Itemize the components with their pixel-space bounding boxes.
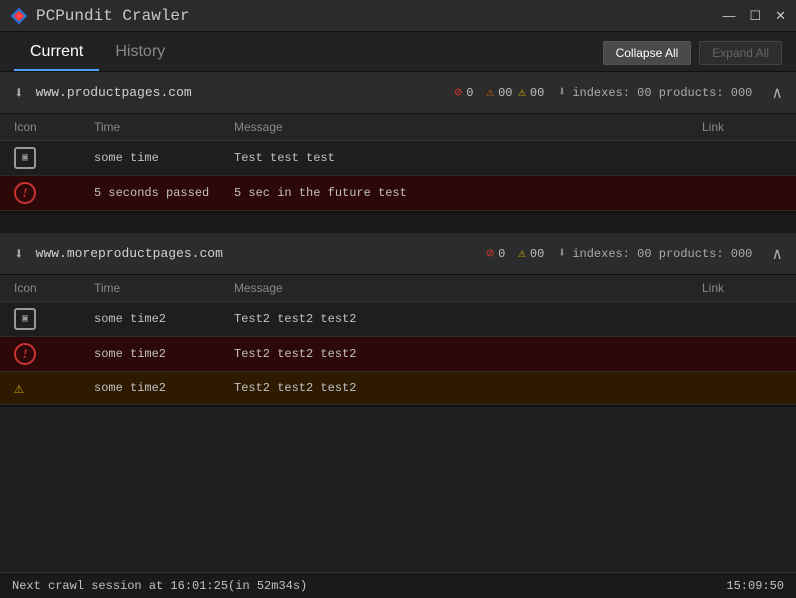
download-icon-2: ⬇ xyxy=(14,244,24,264)
collapse-btn-1[interactable]: ∧ xyxy=(772,83,782,103)
minimize-button[interactable]: — xyxy=(722,8,735,23)
log-cell-icon-2-2: ! xyxy=(14,343,94,365)
error-count-1: 0 xyxy=(466,86,482,100)
app-title: PCPundit Crawler xyxy=(36,7,190,25)
collapse-all-button[interactable]: Collapse All xyxy=(603,41,692,65)
tab-bar: Current History Collapse All Expand All xyxy=(0,32,796,72)
alert-icon-1: ⚠ xyxy=(518,85,526,100)
triangle-warn-icon-2-3: ⚠ xyxy=(14,380,24,398)
log-cell-icon-2-1: ▣ xyxy=(14,308,94,330)
warning-icon-1: ⚠ xyxy=(486,85,494,100)
log-table-1: Icon Time Message Link ▣ some time Test … xyxy=(0,114,796,211)
log-row-2-3: ⚠ some time2 Test2 test2 test2 xyxy=(0,372,796,405)
stats-text-1: indexes: 00 products: 000 xyxy=(572,86,752,100)
site-header-2: ⬇ www.moreproductpages.com ⊘ 0 ⚠ 00 ⬇ in… xyxy=(0,233,796,275)
log-cell-message-2-1: Test2 test2 test2 xyxy=(234,312,702,326)
log-cell-message-2-3: Test2 test2 test2 xyxy=(234,381,702,395)
status-crawl-text: Next crawl session at 16:01:25(in 52m34s… xyxy=(12,579,307,593)
tab-history[interactable]: History xyxy=(99,35,181,71)
log-cell-message-1-1: Test test test xyxy=(234,151,702,165)
log-table-2: Icon Time Message Link ▣ some time2 Test… xyxy=(0,275,796,405)
warning-count-1: 00 xyxy=(498,86,514,100)
log-cell-time-2-3: some time2 xyxy=(94,381,234,395)
title-bar: PCPundit Crawler — ☐ ✕ xyxy=(0,0,796,32)
log-row-1-2: ! 5 seconds passed 5 sec in the future t… xyxy=(0,176,796,211)
alert-icon-2: ⚠ xyxy=(518,246,526,261)
log-header-2: Icon Time Message Link xyxy=(0,275,796,302)
site-header-1: ⬇ www.productpages.com ⊘ 0 ⚠ 00 ⚠ 00 ⬇ i… xyxy=(0,72,796,114)
col-link-1: Link xyxy=(702,120,782,134)
collapse-btn-2[interactable]: ∧ xyxy=(772,244,782,264)
site-section-2: ⬇ www.moreproductpages.com ⊘ 0 ⚠ 00 ⬇ in… xyxy=(0,233,796,407)
download-icon-1: ⬇ xyxy=(14,83,24,103)
alert-count-2: 00 xyxy=(530,247,546,261)
log-row-2-2: ! some time2 Test2 test2 test2 xyxy=(0,337,796,372)
stats-text-2: indexes: 00 products: 000 xyxy=(572,247,752,261)
col-message-1: Message xyxy=(234,120,702,134)
box-icon-1-1: ▣ xyxy=(14,147,36,169)
log-cell-icon-1-1: ▣ xyxy=(14,147,94,169)
maximize-button[interactable]: ☐ xyxy=(749,8,761,24)
expand-all-button[interactable]: Expand All xyxy=(699,41,782,65)
log-cell-time-1-1: some time xyxy=(94,151,234,165)
log-cell-message-2-2: Test2 test2 test2 xyxy=(234,347,702,361)
circle-exclaim-icon-1-2: ! xyxy=(14,182,36,204)
site-section-1: ⬇ www.productpages.com ⊘ 0 ⚠ 00 ⚠ 00 ⬇ i… xyxy=(0,72,796,213)
site-url-1: www.productpages.com xyxy=(36,85,443,100)
col-time-1: Time xyxy=(94,120,234,134)
tabs: Current History xyxy=(14,35,181,71)
log-cell-icon-2-3: ⚠ xyxy=(14,378,94,398)
toolbar-buttons: Collapse All Expand All xyxy=(603,41,782,71)
log-cell-time-1-2: 5 seconds passed xyxy=(94,186,234,200)
status-bar: Next crawl session at 16:01:25(in 52m34s… xyxy=(0,572,796,598)
site-badges-2: ⊘ 0 ⚠ 00 xyxy=(486,246,546,261)
title-left: PCPundit Crawler xyxy=(10,7,190,25)
site-badges-1: ⊘ 0 ⚠ 00 ⚠ 00 xyxy=(454,85,545,100)
stats-icon-1: ⬇ xyxy=(558,84,566,101)
log-cell-icon-1-2: ! xyxy=(14,182,94,204)
error-icon-2: ⊘ xyxy=(486,246,494,261)
alert-count-1: 00 xyxy=(530,86,546,100)
col-icon-1: Icon xyxy=(14,120,94,134)
col-icon-2: Icon xyxy=(14,281,94,295)
stats-icon-2: ⬇ xyxy=(558,245,566,262)
tab-current[interactable]: Current xyxy=(14,35,99,71)
log-header-1: Icon Time Message Link xyxy=(0,114,796,141)
log-cell-time-2-1: some time2 xyxy=(94,312,234,326)
app-icon xyxy=(10,7,28,25)
error-icon-1: ⊘ xyxy=(454,85,462,100)
error-count-2: 0 xyxy=(498,247,514,261)
site-stats-1: ⬇ indexes: 00 products: 000 xyxy=(558,84,752,101)
log-row-2-1: ▣ some time2 Test2 test2 test2 xyxy=(0,302,796,337)
log-row-1-1: ▣ some time Test test test xyxy=(0,141,796,176)
col-link-2: Link xyxy=(702,281,782,295)
col-message-2: Message xyxy=(234,281,702,295)
site-stats-2: ⬇ indexes: 00 products: 000 xyxy=(558,245,752,262)
log-cell-time-2-2: some time2 xyxy=(94,347,234,361)
spacer xyxy=(0,213,796,233)
circle-exclaim-icon-2-2: ! xyxy=(14,343,36,365)
main-content[interactable]: ⬇ www.productpages.com ⊘ 0 ⚠ 00 ⚠ 00 ⬇ i… xyxy=(0,72,796,572)
col-time-2: Time xyxy=(94,281,234,295)
close-button[interactable]: ✕ xyxy=(775,8,786,24)
log-cell-message-1-2: 5 sec in the future test xyxy=(234,186,702,200)
window-controls: — ☐ ✕ xyxy=(722,8,786,24)
status-time: 15:09:50 xyxy=(726,579,784,593)
site-url-2: www.moreproductpages.com xyxy=(36,246,475,261)
box-icon-2-1: ▣ xyxy=(14,308,36,330)
